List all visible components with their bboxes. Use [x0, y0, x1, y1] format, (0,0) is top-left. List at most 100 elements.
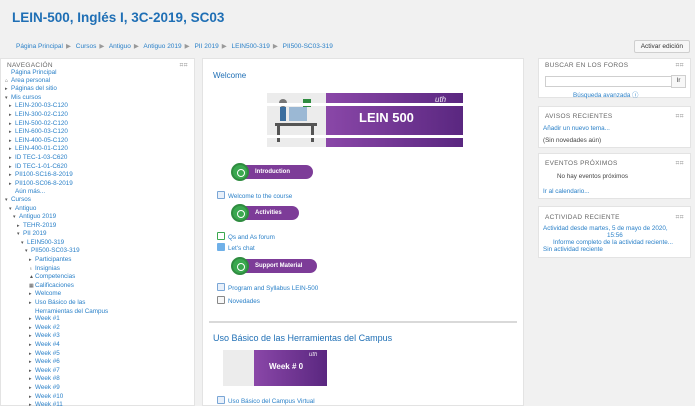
chat-link[interactable]: Let's chat: [217, 243, 255, 252]
document-icon: [217, 396, 225, 404]
recent-activity-block: ACTIVIDAD RECIENTE ⌗⌗ Actividad desde ma…: [538, 206, 691, 258]
nav-item[interactable]: ▸ LEIN-600-03-C120: [5, 128, 191, 137]
nav-item-label: Mis cursos: [11, 93, 42, 101]
nav-item[interactable]: ▾ LEIN500-319: [5, 239, 191, 248]
nav-item[interactable]: ▸ Welcome: [5, 290, 191, 299]
nav-item[interactable]: ▸ Week #3: [5, 332, 191, 341]
block-controls-icon[interactable]: ⌗⌗: [676, 214, 684, 222]
news-icon: [217, 296, 225, 304]
breadcrumb: Página Principal ▶ Cursos ▶ Antiguo ▶ Antig…: [16, 42, 333, 50]
edit-mode-button[interactable]: Activar edición: [633, 40, 690, 53]
nav-item-label: Week #1: [35, 315, 60, 323]
nav-item[interactable]: ▸ Week #1: [5, 315, 191, 324]
nav-item[interactable]: ▸ Week #5: [5, 350, 191, 359]
nav-item[interactable]: ▸ PII100-SC06-8-2019: [5, 180, 191, 189]
nav-item-label: PII100-SC16-8-2019: [15, 171, 73, 179]
forum-search-go-button[interactable]: Ir: [671, 75, 686, 88]
nav-item-label: Week #2: [35, 323, 60, 331]
nav-item[interactable]: ▸ PII100-SC16-8-2019: [5, 171, 191, 180]
nav-item[interactable]: ♁ Insignias: [5, 265, 191, 274]
nav-item-label: ID TEC-1-03-C620: [15, 153, 68, 161]
nav-item[interactable]: ▸ LEIN-400-05-C120: [5, 137, 191, 146]
nav-item[interactable]: ▸ Week #6: [5, 358, 191, 367]
navigation-block: NAVEGACIÓN ⌗⌗ Página Principal ⌂ Área pers…: [0, 58, 195, 406]
search-forums-title: BUSCAR EN LOS FOROS: [545, 62, 629, 69]
nav-item[interactable]: ▾ Cursos: [5, 196, 191, 205]
calendar-link[interactable]: Ir al calendario...: [543, 188, 590, 195]
nav-item[interactable]: ▸ Week #8: [5, 375, 191, 384]
nav-item[interactable]: ▸ Páginas del sitio: [5, 85, 191, 94]
nav-item[interactable]: ▾ Antiguo 2019: [5, 213, 191, 222]
nav-item[interactable]: ▸ Uso Básico de las: [5, 299, 191, 308]
breadcrumb-antiguo[interactable]: Antiguo: [109, 43, 131, 50]
recent-news-block: AVISOS RECIENTES ⌗⌗ Añadir un nuevo tema…: [538, 106, 691, 148]
nav-item[interactable]: Página Principal: [5, 69, 191, 77]
nav-item[interactable]: Herramientas del Campus: [5, 308, 191, 316]
breadcrumb-antiguo-2019[interactable]: Antiguo 2019: [143, 43, 181, 50]
breadcrumb-lein500[interactable]: LEIN500-319: [232, 43, 270, 50]
nav-item[interactable]: ▸ Week #2: [5, 324, 191, 333]
nav-item[interactable]: ▾ Mis cursos: [5, 94, 191, 103]
nav-item[interactable]: ▾ PII 2019: [5, 230, 191, 239]
full-activity-report-link[interactable]: Informe completo de la actividad recient…: [553, 239, 673, 246]
nav-item[interactable]: ▲Competencias: [5, 273, 191, 282]
nav-item[interactable]: ▸ Week #10: [5, 393, 191, 402]
banner-course-code: LEIN 500: [359, 110, 414, 125]
nav-item[interactable]: ▸ Week #11: [5, 401, 191, 406]
add-topic-link[interactable]: Añadir un nuevo tema...: [543, 125, 610, 132]
nav-item[interactable]: Aún más...: [5, 188, 191, 196]
breadcrumb-courses[interactable]: Cursos: [76, 43, 97, 50]
nav-item-label: Week #3: [35, 332, 60, 340]
block-controls-icon[interactable]: ⌗⌗: [676, 113, 684, 121]
nav-item[interactable]: ⌂ Área personal: [5, 77, 191, 86]
nav-item[interactable]: ▸ ID TEC-1-01-C620: [5, 163, 191, 172]
uth-logo: uth: [435, 95, 447, 104]
nav-item[interactable]: ▸ Participantes: [5, 256, 191, 265]
support-material-label: Support Material: [255, 263, 303, 269]
program-syllabus-link[interactable]: Program and Syllabus LEIN-500: [217, 283, 318, 292]
breadcrumb-current-course[interactable]: PII500-SC03-319: [283, 43, 333, 50]
banner-strip: [267, 103, 463, 106]
section-title-welcome[interactable]: Welcome: [213, 71, 246, 80]
nav-item[interactable]: ▦Calificaciones: [5, 282, 191, 291]
nav-item[interactable]: ▸ Week #7: [5, 367, 191, 376]
nav-item-label: Cursos: [11, 195, 31, 203]
nav-item[interactable]: ▸ LEIN-400-01-C120: [5, 145, 191, 154]
nav-item[interactable]: ▾ PII500-SC03-319: [5, 247, 191, 256]
nav-item[interactable]: ▸ Week #9: [5, 384, 191, 393]
support-material-header: Support Material: [231, 257, 317, 275]
nav-item[interactable]: ▾ Antiguo: [5, 205, 191, 214]
nav-item[interactable]: ▸ LEIN-500-02-C120: [5, 120, 191, 129]
forum-search-input[interactable]: [545, 76, 675, 87]
breadcrumb-pii-2019[interactable]: PII 2019: [194, 43, 218, 50]
campus-virtual-link[interactable]: Uso Básico del Campus Virtual: [217, 396, 315, 405]
welcome-course-link[interactable]: Welcome to the course: [217, 191, 292, 200]
breadcrumb-home[interactable]: Página Principal: [16, 43, 63, 50]
page-title: LEIN-500, Inglés I, 3C-2019, SC03: [12, 10, 225, 25]
nav-item-label: Uso Básico de las: [35, 299, 86, 307]
campus-virtual-label: Uso Básico del Campus Virtual: [228, 398, 315, 405]
nav-item-label: LEIN-500-02-C120: [15, 119, 68, 127]
nav-item-label: ID TEC-1-01-C620: [15, 162, 68, 170]
forum-link[interactable]: Qs and As forum: [217, 232, 275, 241]
block-controls-icon[interactable]: ⌗⌗: [676, 160, 684, 168]
nav-item[interactable]: ▸ TEHR-2019: [5, 222, 191, 231]
advanced-search-link[interactable]: Búsqueda avanzada ⓘ: [573, 90, 638, 99]
nav-item-label: Week #11: [35, 401, 63, 406]
section-title-campus-tools[interactable]: Uso Básico de las Herramientas del Campu…: [213, 333, 392, 343]
nav-item[interactable]: ▸ ID TEC-1-03-C620: [5, 154, 191, 163]
nav-item[interactable]: ▸ LEIN-200-03-C120: [5, 102, 191, 111]
no-events-text: No hay eventos próximos: [557, 173, 629, 180]
breadcrumb-separator-icon: ▶: [65, 43, 71, 50]
nav-item-label: Welcome: [35, 290, 62, 298]
block-controls-icon[interactable]: ⌗⌗: [676, 62, 684, 70]
course-content: Welcome LEIN 500 uth Introduction Welcom…: [202, 58, 524, 406]
nav-item[interactable]: ▸ LEIN-300-02-C120: [5, 111, 191, 120]
nav-item-label: Páginas del sitio: [11, 85, 57, 93]
nav-item-label: Aún más...: [15, 188, 46, 196]
introduction-header: Introduction: [231, 163, 313, 181]
recent-news-title: AVISOS RECIENTES: [545, 113, 613, 120]
nav-item[interactable]: ▸ Week #4: [5, 341, 191, 350]
activity-since-text: Actividad desde martes, 5 de mayo de 202…: [543, 225, 668, 232]
news-forum-link[interactable]: Novedades: [217, 296, 260, 305]
